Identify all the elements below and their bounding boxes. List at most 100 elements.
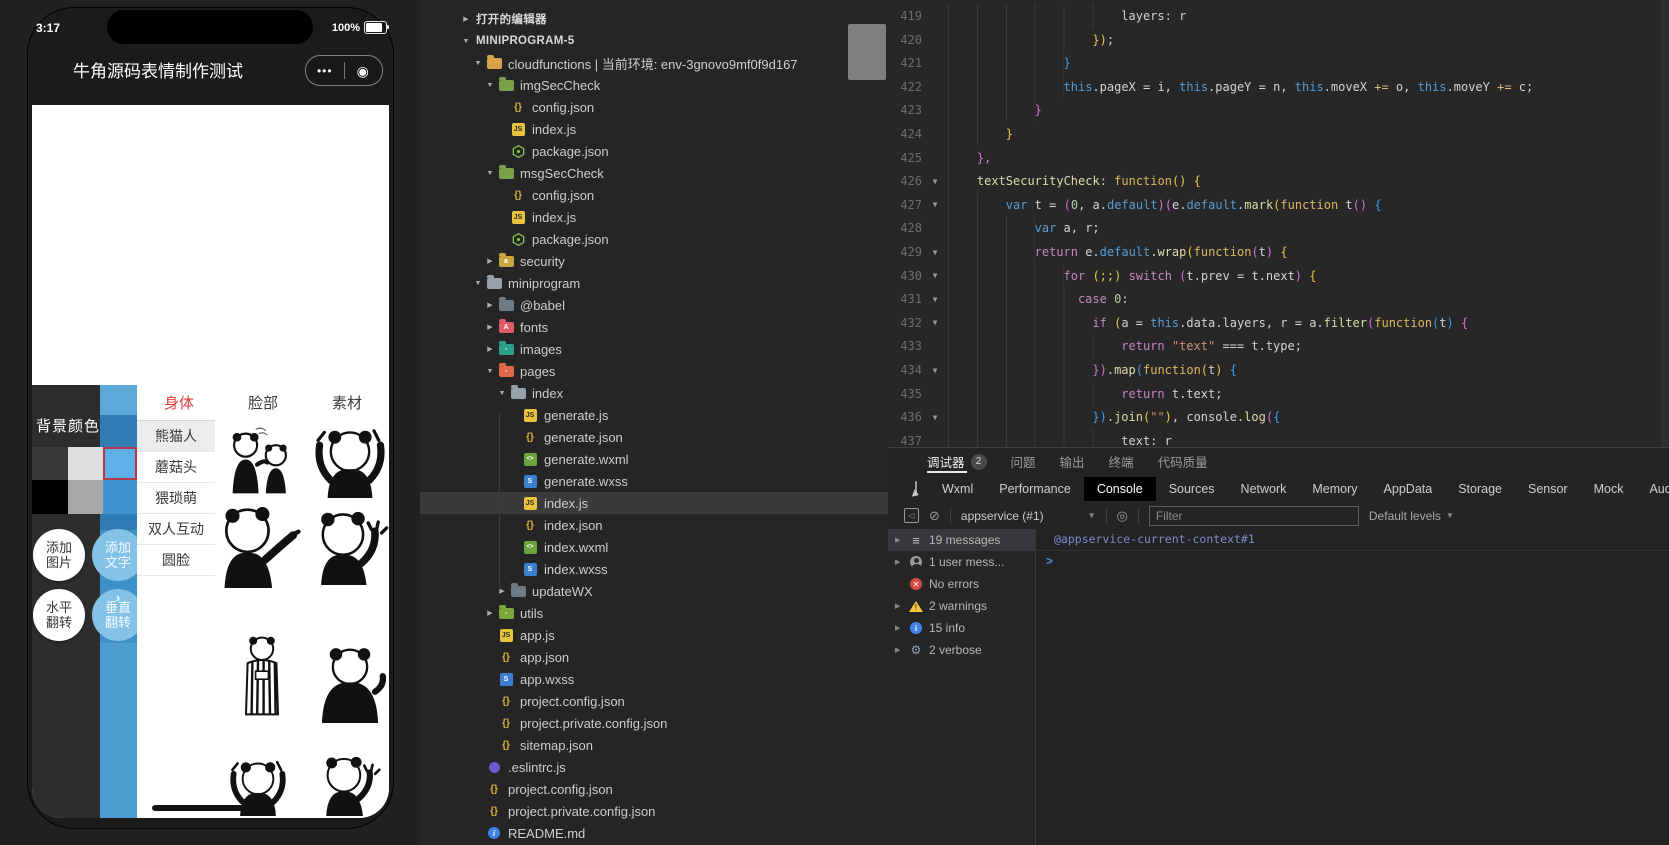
tree-item[interactable]: {} sitemap.json — [420, 734, 888, 756]
tree-item[interactable]: {} project.private.config.json — [420, 800, 888, 822]
close-target-icon[interactable]: ◉ — [345, 64, 383, 78]
console-output[interactable]: @appservice-current-context#1 > — [1036, 529, 1669, 845]
tree-item[interactable]: {} generate.json — [420, 426, 888, 448]
tree-item[interactable]: {} project.config.json — [420, 690, 888, 712]
tree-item[interactable]: ▶ @babel — [420, 294, 888, 316]
log-levels-select[interactable]: Default levels ▼ — [1369, 509, 1454, 523]
tree-item[interactable]: Sgenerate.wxss — [420, 470, 888, 492]
devtools-tab-network[interactable]: Network — [1228, 477, 1300, 501]
sticker-item[interactable] — [306, 498, 389, 588]
tree-item[interactable]: {} config.json — [420, 96, 888, 118]
color-swatch[interactable] — [32, 480, 68, 514]
console-filter-row[interactable]: ▶ ⚙ 2 verbose — [888, 639, 1035, 661]
tree-item[interactable]: package.json — [420, 140, 888, 162]
tree-item[interactable]: ▼ msgSecCheck — [420, 162, 888, 184]
tree-item[interactable]: ▼ cloudfunctions | 当前环境: env-3gnovo9mf0f9… — [420, 52, 888, 74]
tree-item[interactable]: JS app.js — [420, 624, 888, 646]
code-editor[interactable]: 419 layers: r 420}); 421} 422 this .pageX = i,… — [888, 0, 1669, 447]
debugger-tab[interactable]: 输出 — [1060, 448, 1085, 475]
category-item[interactable]: 圆脸 — [137, 545, 215, 576]
fold-arrow-icon[interactable]: ▼ — [922, 413, 948, 422]
console-prompt[interactable]: > — [1036, 551, 1669, 571]
category-item[interactable]: 蘑菇头 — [137, 452, 215, 483]
tab-素材[interactable]: 素材 — [305, 385, 389, 420]
tree-item[interactable]: i README.md — [420, 822, 888, 844]
tree-item[interactable]: {} index.json — [420, 514, 888, 536]
fold-arrow-icon[interactable]: ▼ — [922, 366, 948, 375]
devtools-tab-performance[interactable]: Performance — [986, 477, 1084, 501]
console-filter-row[interactable]: ✕ No errors — [888, 573, 1035, 595]
add-image-button[interactable]: 添加 图片 — [33, 529, 85, 581]
color-swatch[interactable] — [68, 447, 103, 480]
editor-scrollbar[interactable] — [1661, 0, 1669, 447]
tree-item[interactable]: JS index.js — [420, 118, 888, 140]
sticker-item[interactable] — [308, 645, 389, 723]
eye-icon[interactable]: ◎ — [1117, 509, 1128, 522]
tree-item[interactable]: ▼ imgSecCheck — [420, 74, 888, 96]
more-menu-icon[interactable]: ••• — [306, 64, 344, 78]
tree-item[interactable]: {} project.config.json — [420, 778, 888, 800]
debugger-tab[interactable]: 终端 — [1109, 448, 1134, 475]
category-item[interactable]: 双人互动 — [137, 514, 215, 545]
fold-arrow-icon[interactable]: ▼ — [922, 200, 948, 209]
tree-section[interactable]: ▼ MINIPROGRAM-5 — [420, 30, 888, 52]
devtools-tab-sensor[interactable]: Sensor — [1515, 477, 1581, 501]
tab-身体[interactable]: 身体 — [137, 385, 221, 420]
fold-arrow-icon[interactable]: ▼ — [922, 271, 948, 280]
fold-arrow-icon[interactable]: ▼ — [922, 295, 948, 304]
tree-item[interactable]: package.json — [420, 228, 888, 250]
console-filter-row[interactable]: ▶ ≡ 19 messages — [888, 529, 1035, 551]
clear-console-icon[interactable]: ⊘ — [929, 509, 940, 522]
dock-side-icon[interactable]: ◁ — [904, 508, 919, 523]
tab-脸部[interactable]: 脸部 — [221, 385, 305, 420]
sticker-item[interactable] — [218, 425, 302, 497]
tree-item[interactable]: Sapp.wxss — [420, 668, 888, 690]
tree-item[interactable]: JS index.js — [420, 492, 888, 514]
console-filter-row[interactable]: ▶ 2 warnings — [888, 595, 1035, 617]
devtools-tab-sources[interactable]: Sources — [1156, 477, 1228, 501]
context-select[interactable]: appservice (#1) ▼ — [961, 509, 1096, 523]
tree-item[interactable]: ▶ ▫ utils — [420, 602, 888, 624]
console-filter-row[interactable]: ▶ 1 user mess... — [888, 551, 1035, 573]
devtools-tab-wxml[interactable]: Wxml — [929, 477, 986, 501]
tree-section[interactable]: ▶ 打开的编辑器 — [420, 8, 888, 30]
fold-arrow-icon[interactable]: ▼ — [922, 318, 948, 327]
sticker-item[interactable] — [308, 418, 389, 498]
sticker-item[interactable] — [214, 500, 302, 588]
fold-arrow-icon[interactable]: ▼ — [922, 177, 948, 186]
color-swatch[interactable] — [103, 480, 137, 514]
capsule-menu[interactable]: ••• ◉ — [305, 55, 383, 86]
tree-item[interactable]: ▼ miniprogram — [420, 272, 888, 294]
devtools-tab-audits[interactable]: Audits — [1636, 477, 1669, 501]
tree-item[interactable]: ▼ index — [420, 382, 888, 404]
console-filter-row[interactable]: ▶ i 15 info — [888, 617, 1035, 639]
tree-item[interactable]: <> index.wxml — [420, 536, 888, 558]
tree-item[interactable]: {} project.private.config.json — [420, 712, 888, 734]
debugger-tab[interactable]: 问题 — [1011, 448, 1036, 475]
devtools-tab-memory[interactable]: Memory — [1299, 477, 1370, 501]
sticker-item[interactable] — [304, 748, 389, 816]
devtools-tab-appdata[interactable]: AppData — [1371, 477, 1446, 501]
sticker-item[interactable] — [216, 752, 300, 816]
category-item[interactable]: 猥琐萌 — [137, 483, 215, 514]
tree-item[interactable]: Sindex.wxss — [420, 558, 888, 580]
sticker-item[interactable] — [222, 612, 302, 740]
filter-input[interactable] — [1148, 505, 1359, 526]
devtools-tab-console[interactable]: Console — [1083, 476, 1156, 501]
tree-item[interactable]: ▶ a security — [420, 250, 888, 272]
debugger-tab[interactable]: 调试器 2 — [927, 448, 987, 475]
flip-horizontal-button[interactable]: 水平 翻转 — [33, 589, 85, 641]
category-item[interactable]: 熊猫人 — [137, 420, 215, 452]
tree-item[interactable]: {} app.json — [420, 646, 888, 668]
fold-arrow-icon[interactable]: ▼ — [922, 248, 948, 257]
debugger-tab[interactable]: 代码质量 — [1158, 448, 1208, 475]
scrollbar-thumb[interactable] — [848, 24, 886, 80]
tree-item[interactable]: JS generate.js — [420, 404, 888, 426]
devtools-tab-mock[interactable]: Mock — [1581, 477, 1637, 501]
devtools-tab-storage[interactable]: Storage — [1445, 477, 1515, 501]
tree-item[interactable]: ▶ updateWX — [420, 580, 888, 602]
tree-item[interactable]: ▶ ▫ images — [420, 338, 888, 360]
color-swatch[interactable] — [32, 447, 68, 480]
tree-item[interactable]: JS index.js — [420, 206, 888, 228]
inspect-element-icon[interactable] — [915, 481, 917, 496]
